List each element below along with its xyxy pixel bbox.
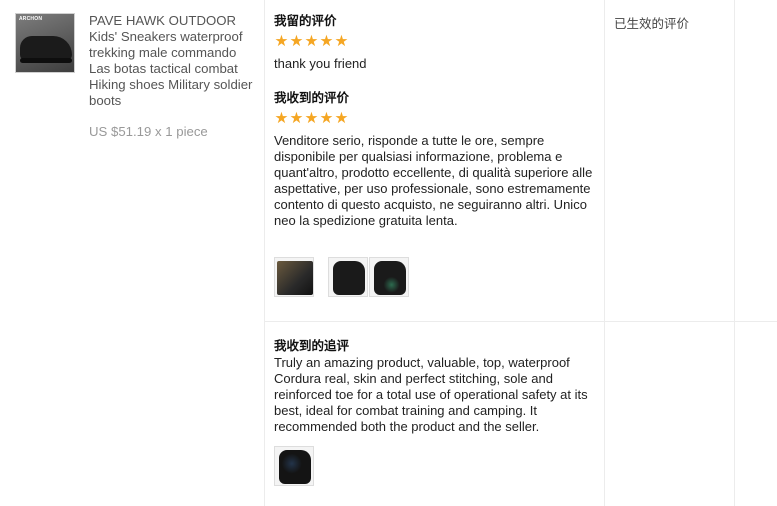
star-icon: ★ <box>289 110 304 127</box>
star-icon: ★ <box>334 33 349 50</box>
star-icon: ★ <box>274 110 289 127</box>
row-divider <box>264 321 777 322</box>
review-photo[interactable] <box>274 257 314 297</box>
received-review: 我收到的评价 ★★★★★ Venditore serio, risponde a… <box>274 90 599 229</box>
star-icon: ★ <box>304 33 319 50</box>
shoe-image <box>20 36 72 60</box>
received-review-rating: ★★★★★ <box>274 111 599 127</box>
my-review-text: thank you friend <box>274 56 367 71</box>
star-icon: ★ <box>319 33 334 50</box>
star-icon: ★ <box>304 110 319 127</box>
followup-review-heading: 我收到的追评 <box>274 339 350 353</box>
star-icon: ★ <box>319 110 334 127</box>
product-title-link[interactable]: PAVE HAWK OUTDOOR Kids' Sneakers waterpr… <box>89 13 254 110</box>
received-review-text: Venditore serio, risponde a tutte le ore… <box>274 133 593 228</box>
thumbnail-brand-logo: ARCHON <box>19 16 43 22</box>
star-icon: ★ <box>334 110 349 127</box>
star-icon: ★ <box>274 33 289 50</box>
review-photo[interactable] <box>274 446 314 486</box>
star-icon: ★ <box>289 33 304 50</box>
column-divider <box>734 0 735 506</box>
product-thumbnail[interactable]: ARCHON <box>15 13 75 73</box>
followup-review: 我收到的追评 Truly an amazing product, valuabl… <box>274 338 599 435</box>
shoe-sole-image <box>20 58 72 63</box>
status-label: 已生效的评价 <box>614 17 690 31</box>
my-review-rating: ★★★★★ <box>274 34 599 50</box>
column-divider <box>264 0 265 506</box>
review-photo[interactable] <box>328 257 368 297</box>
review-photo[interactable] <box>369 257 409 297</box>
my-review-heading: 我留的评价 <box>274 14 337 28</box>
product-price: US $51.19 x 1 piece <box>89 124 208 139</box>
followup-review-text: Truly an amazing product, valuable, top,… <box>274 355 588 434</box>
received-review-heading: 我收到的评价 <box>274 91 350 105</box>
column-divider <box>604 0 605 506</box>
my-review: 我留的评价 ★★★★★ thank you friend <box>274 13 599 72</box>
